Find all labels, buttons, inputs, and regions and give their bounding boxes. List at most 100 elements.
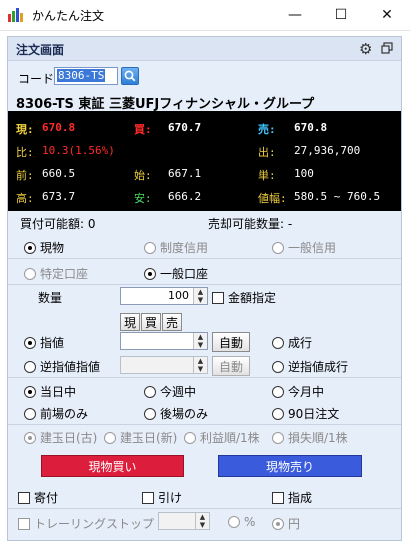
unit-value: 100	[294, 167, 314, 180]
minimize-button[interactable]: —	[272, 0, 318, 30]
radio-profit-order[interactable]: 利益順/1株	[184, 429, 260, 446]
open-value: 667.1	[168, 167, 202, 180]
buy-button[interactable]: 現物買い	[41, 455, 184, 477]
radio-oldest-date[interactable]: 建玉日(古)	[24, 429, 97, 446]
radio-genbutsu[interactable]: 現物	[24, 239, 64, 256]
close-button[interactable]: ✕	[364, 0, 410, 30]
radio-label: 特定口座	[40, 267, 89, 281]
trailing-value-input[interactable]: ▲ ▼	[158, 512, 210, 530]
change-label: 比:	[16, 146, 34, 159]
radio-dot	[24, 360, 36, 373]
radio-dot	[272, 360, 284, 373]
radio-dot	[272, 385, 284, 398]
radio-dot	[272, 431, 284, 444]
radio-label: 損失順/1株	[288, 431, 348, 445]
app-icon	[8, 8, 23, 22]
auto-button[interactable]: 自動	[212, 332, 250, 352]
search-button[interactable]	[121, 67, 139, 85]
radio-limit[interactable]: 指値	[24, 334, 64, 351]
code-input[interactable]: 8306-TS	[54, 67, 118, 85]
radio-stop-limit[interactable]: 逆指値指値	[24, 358, 100, 375]
window-title: かんたん注文	[32, 9, 105, 23]
radio-dot	[24, 267, 36, 280]
radio-label: 前場のみ	[40, 407, 89, 421]
code-label: コード	[18, 72, 55, 86]
limit-price-spinner[interactable]: ▲ ▼	[193, 333, 207, 349]
volume-label: 出:	[258, 146, 276, 159]
divider	[8, 508, 401, 509]
checkbox-yoritsuke[interactable]: 寄付	[18, 489, 58, 506]
radio-ippan-shinyo[interactable]: 一般信用	[272, 239, 336, 256]
stock-name: 8306-TS 東証 三菱UFJフィナンシャル・グループ	[16, 97, 315, 112]
amount-specify-checkbox[interactable]: 金額指定	[212, 289, 276, 306]
radio-dot	[144, 267, 156, 280]
radio-dot	[24, 241, 36, 254]
range-value: 580.5 ~ 760.5	[294, 190, 381, 203]
auto-button-disabled[interactable]: 自動	[212, 356, 250, 376]
radio-newest-date[interactable]: 建玉日(新)	[104, 429, 177, 446]
radio-dot	[144, 407, 156, 420]
code-value: 8306-TS	[57, 69, 106, 82]
maximize-button[interactable]: ☐	[318, 0, 364, 30]
radio-yen[interactable]: 円	[272, 515, 300, 532]
radio-90day[interactable]: 90日注文	[272, 405, 339, 422]
radio-loss-order[interactable]: 損失順/1株	[272, 429, 348, 446]
ask-price-button[interactable]: 売	[162, 313, 182, 331]
search-icon	[124, 70, 136, 82]
radio-dot	[144, 241, 156, 254]
radio-label: 現物	[40, 241, 65, 255]
radio-dot	[228, 516, 240, 528]
checkbox-label: 引け	[158, 491, 183, 505]
radio-label: 当日中	[40, 385, 77, 399]
checkbox-box	[272, 491, 284, 504]
radio-dot	[24, 407, 36, 420]
radio-dot	[184, 431, 196, 444]
radio-percent[interactable]: %	[228, 515, 255, 529]
quantity-spinner[interactable]: ▲ ▼	[193, 288, 207, 304]
trailing-spinner[interactable]: ▲ ▼	[195, 513, 209, 529]
radio-label: 建玉日(古)	[40, 431, 98, 445]
limit-price-input[interactable]: ▲ ▼	[120, 332, 208, 350]
radio-dot	[24, 336, 36, 349]
radio-stop-market[interactable]: 逆指値成行	[272, 358, 348, 375]
high-label: 高:	[16, 192, 34, 205]
radio-afternoon-only[interactable]: 後場のみ	[144, 405, 208, 422]
radio-label: 一般口座	[160, 267, 209, 281]
panel-header: 注文画面 ⚙	[8, 37, 401, 61]
bid-price: 670.7	[168, 121, 202, 134]
checkbox-sashinari[interactable]: 指成	[272, 489, 312, 506]
radio-this-month[interactable]: 今月中	[272, 383, 324, 400]
quantity-input[interactable]: 100 ▲ ▼	[120, 287, 208, 305]
quote-board: 現: 670.8 買: 670.7 売: 670.8 比: 10.3(1.56%…	[8, 111, 401, 211]
divider	[8, 424, 401, 425]
radio-dot	[24, 385, 36, 398]
prev-label: 前:	[16, 169, 34, 182]
radio-market[interactable]: 成行	[272, 334, 312, 351]
radio-today[interactable]: 当日中	[24, 383, 76, 400]
checkbox-trailing-stop[interactable]: トレーリングストップ	[18, 515, 154, 532]
current-price-button[interactable]: 現	[120, 313, 140, 331]
radio-tokutei-koza[interactable]: 特定口座	[24, 265, 88, 282]
radio-ippan-koza[interactable]: 一般口座	[144, 265, 208, 282]
bid-price-button[interactable]: 買	[141, 313, 161, 331]
ask-label: 売:	[258, 123, 276, 136]
sell-button[interactable]: 現物売り	[218, 455, 362, 477]
checkbox-label: トレーリングストップ	[34, 517, 155, 531]
radio-label: 成行	[288, 336, 313, 350]
radio-label: 利益順/1株	[200, 431, 260, 445]
radio-label: 逆指値指値	[40, 360, 101, 374]
radio-label: 円	[288, 517, 301, 531]
radio-this-week[interactable]: 今週中	[144, 383, 196, 400]
radio-label: 建玉日(新)	[120, 431, 178, 445]
radio-label: 後場のみ	[160, 407, 209, 421]
checkbox-hike[interactable]: 引け	[142, 489, 182, 506]
change-value: 10.3(1.56%)	[42, 144, 115, 157]
checkbox-box	[18, 517, 30, 530]
radio-seido-shinyo[interactable]: 制度信用	[144, 239, 208, 256]
stop-price-spinner[interactable]: ▲ ▼	[193, 357, 207, 373]
gear-icon[interactable]: ⚙	[359, 40, 372, 58]
restore-icon[interactable]	[381, 42, 393, 54]
panel-title: 注文画面	[16, 43, 65, 57]
radio-morning-only[interactable]: 前場のみ	[24, 405, 88, 422]
stop-price-input[interactable]: ▲ ▼	[120, 356, 208, 374]
